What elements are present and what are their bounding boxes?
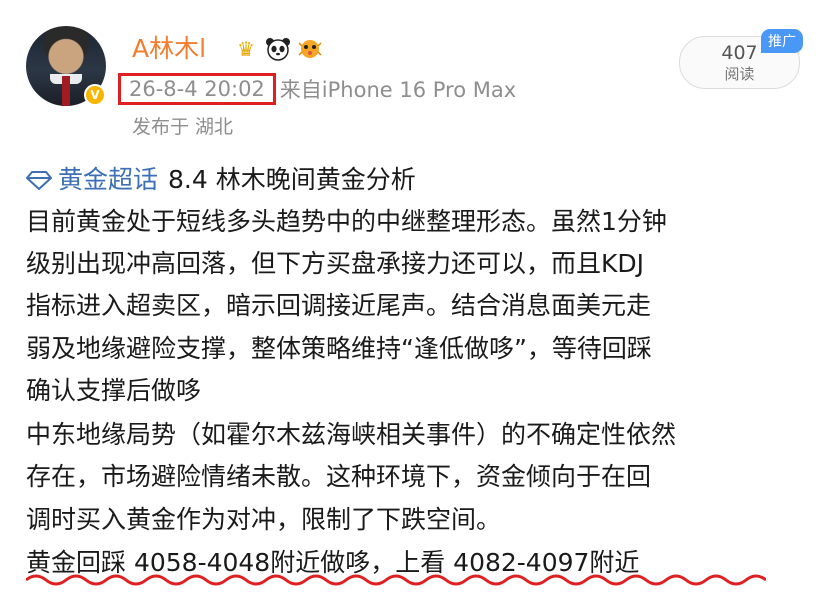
user-badges: ♛ bbox=[232, 36, 324, 62]
avatar-tie bbox=[62, 76, 70, 106]
pufferfish-svg bbox=[298, 40, 322, 58]
panda-face-svg bbox=[266, 38, 290, 61]
post-title: 8.4 林木晚间黄金分析 bbox=[168, 165, 416, 194]
diamond-topic-icon bbox=[26, 171, 52, 190]
views-label: 阅读 bbox=[724, 65, 755, 83]
verified-v-icon: V bbox=[84, 84, 106, 106]
panda-badge-icon[interactable] bbox=[264, 36, 292, 62]
crown-badge-icon[interactable]: ♛ bbox=[232, 36, 260, 62]
username[interactable]: A林木l bbox=[132, 34, 206, 64]
post-source: 来自iPhone 16 Pro Max bbox=[279, 78, 517, 102]
post-body-line: 存在，市场避险情绪未散。这种环境下，资金倾向于在回 bbox=[26, 462, 652, 491]
post-body-line: 弱及地缘避险支撑，整体策略维持“逢低做哆”，等待回踩 bbox=[26, 334, 652, 363]
post-timestamp[interactable]: 26-8-4 20:02 bbox=[118, 73, 276, 105]
post-body-line: 级别出现冲高回落，但下方买盘承接力还可以，而且KDJ bbox=[26, 249, 645, 278]
topic-link[interactable]: 黄金超话 bbox=[58, 163, 158, 197]
post-body-line: 指标进入超卖区，暗示回调接近尾声。结合消息面美元走 bbox=[26, 291, 652, 320]
promo-tag[interactable]: 推广 bbox=[761, 29, 803, 53]
post-meta-row: 26-8-4 20:02 来自iPhone 16 Pro Max bbox=[118, 73, 516, 105]
post-body-line: 目前黄金处于短线多头趋势中的中继整理形态。虽然1分钟 bbox=[26, 207, 667, 236]
post-body-line: 调时买入黄金作为对冲，限制了下跌空间。 bbox=[26, 505, 502, 534]
pufferfish-badge-icon[interactable] bbox=[296, 36, 324, 62]
post-location: 发布于 湖北 bbox=[132, 116, 234, 138]
post-body-line: 中东地缘局势（如霍尔木兹海峡相关事件）的不确定性依然 bbox=[26, 420, 677, 449]
post-body-line: 确认支撑后做哆 bbox=[26, 376, 202, 405]
red-wavy-underline bbox=[26, 574, 766, 586]
topic-line: 黄金超话 8.4 林木晚间黄金分析 bbox=[26, 163, 416, 197]
